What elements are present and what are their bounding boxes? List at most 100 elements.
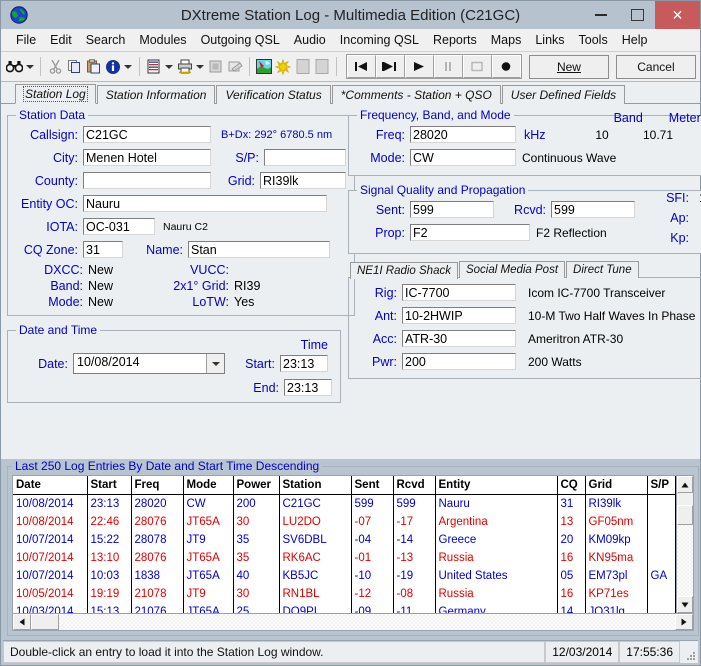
cqzone-input[interactable]: 31 — [83, 241, 123, 258]
first-record-icon[interactable] — [346, 55, 376, 78]
acc-input[interactable]: ATR-30 — [402, 330, 516, 347]
tab-station-log[interactable]: Station Log — [15, 84, 96, 104]
sent-input[interactable]: 599 — [410, 201, 494, 218]
table-row[interactable]: 10/05/2014 19:19 21078 JT9 30 RN1BL -12 … — [13, 585, 676, 603]
table-row[interactable]: 10/07/2014 10:03 1838 JT65A 40 KB5JC -10… — [13, 567, 676, 585]
log-horizontal-scrollbar[interactable] — [13, 613, 693, 630]
record-icon[interactable] — [491, 55, 521, 78]
cut-icon[interactable] — [46, 55, 64, 78]
cancel-button[interactable]: Cancel — [615, 54, 696, 79]
prop-input[interactable]: F2 — [410, 224, 530, 241]
binoculars-icon[interactable] — [5, 55, 23, 78]
menu-links[interactable]: Links — [528, 31, 571, 49]
eraser-icon[interactable] — [226, 55, 244, 78]
col-date[interactable]: Date — [13, 476, 88, 495]
scroll-track[interactable] — [676, 525, 693, 596]
table-row[interactable]: 10/08/2014 22:46 28076 JT65A 30 LU2DO -0… — [13, 513, 676, 531]
print-icon[interactable] — [176, 55, 194, 78]
county-input[interactable] — [83, 172, 211, 189]
col-cq[interactable]: CQ — [557, 476, 586, 495]
scroll-up-arrow-icon[interactable] — [676, 476, 693, 493]
info-dropdown-arrow-icon[interactable] — [123, 55, 134, 78]
tab-user-defined-fields[interactable]: User Defined Fields — [501, 85, 626, 104]
tab-social-media-post[interactable]: Social Media Post — [458, 261, 566, 278]
menu-edit[interactable]: Edit — [43, 31, 79, 49]
rcvd-input[interactable]: 599 — [551, 201, 635, 218]
menu-incoming-qsl[interactable]: Incoming QSL — [333, 31, 426, 49]
col-station[interactable]: Station — [279, 476, 352, 495]
col-freq[interactable]: Freq — [131, 476, 184, 495]
binoculars-dropdown-arrow-icon[interactable] — [24, 55, 35, 78]
scroll-down-arrow-icon[interactable] — [676, 596, 693, 613]
mode-input[interactable]: CW — [410, 149, 516, 166]
col-sent[interactable]: Sent — [351, 476, 394, 495]
tab-station-information[interactable]: Station Information — [96, 85, 216, 104]
freq-input[interactable]: 28020 — [410, 126, 516, 143]
menu-help[interactable]: Help — [615, 31, 655, 49]
copy-icon[interactable] — [65, 55, 83, 78]
city-input[interactable]: Menen Hotel — [83, 149, 211, 166]
pause-icon[interactable] — [433, 55, 463, 78]
sun-icon[interactable] — [274, 55, 292, 78]
tab-comments[interactable]: *Comments - Station + QSO — [331, 85, 501, 104]
date-combobox[interactable]: 10/08/2014 — [73, 353, 225, 374]
hscroll-thumb[interactable] — [31, 614, 59, 630]
menu-outgoing-qsl[interactable]: Outgoing QSL — [194, 31, 287, 49]
tab-verification-status[interactable]: Verification Status — [216, 85, 331, 104]
grayline2-icon[interactable] — [313, 55, 331, 78]
entity-input[interactable]: Nauru — [83, 195, 327, 212]
log-vertical-scrollbar[interactable] — [675, 476, 693, 613]
table-row[interactable]: 10/03/2014 15:13 21076 JT65A 25 DO9PL -0… — [13, 603, 676, 613]
info-icon[interactable] — [104, 55, 122, 78]
col-mode[interactable]: Mode — [183, 476, 234, 495]
grid-input[interactable]: RI39lk — [260, 172, 346, 189]
rig-input[interactable]: IC-7700 — [402, 284, 516, 301]
grayline-icon[interactable] — [294, 55, 312, 78]
play-icon[interactable] — [404, 55, 434, 78]
menu-reports[interactable]: Reports — [426, 31, 484, 49]
col-start[interactable]: Start — [87, 476, 132, 495]
table-row[interactable]: 10/08/2014 23:13 28020 CW 200 C21GC 599 … — [13, 494, 676, 513]
callsign-input[interactable]: C21GC — [83, 126, 211, 143]
globe-map-icon[interactable] — [255, 55, 273, 78]
menu-modules[interactable]: Modules — [132, 31, 193, 49]
iota-input[interactable]: OC-031 — [83, 218, 155, 235]
menu-audio[interactable]: Audio — [287, 31, 333, 49]
paste-icon[interactable] — [84, 55, 102, 78]
last-record-icon[interactable] — [375, 55, 405, 78]
scroll-right-arrow-icon[interactable] — [674, 614, 693, 630]
menu-tools[interactable]: Tools — [572, 31, 615, 49]
maximize-button[interactable] — [619, 1, 655, 29]
stop-icon[interactable] — [207, 55, 225, 78]
table-row[interactable]: 10/07/2014 15:22 28078 JT9 35 SV6DBL -04… — [13, 531, 676, 549]
tab-radio-shack[interactable]: NE1I Radio Shack — [350, 262, 458, 279]
col-rcvd[interactable]: Rcvd — [393, 476, 436, 495]
list-report-icon[interactable] — [145, 55, 163, 78]
date-dropdown-arrow-icon[interactable] — [206, 354, 224, 373]
hscroll-track[interactable] — [59, 614, 675, 630]
pwr-input[interactable]: 200 — [402, 353, 516, 370]
col-grid[interactable]: Grid — [585, 476, 648, 495]
list-dropdown-arrow-icon[interactable] — [164, 55, 175, 78]
print-dropdown-arrow-icon[interactable] — [195, 55, 206, 78]
scroll-thumb[interactable] — [676, 505, 693, 525]
stop-record-icon[interactable] — [462, 55, 492, 78]
col-sp[interactable]: S/P — [647, 476, 676, 495]
table-row[interactable]: 10/07/2014 13:10 28076 JT65A 35 RK6AC -0… — [13, 549, 676, 567]
col-entity[interactable]: Entity — [435, 476, 558, 495]
resize-grip-icon[interactable] — [680, 641, 698, 663]
minimize-button[interactable] — [583, 1, 619, 29]
menu-maps[interactable]: Maps — [484, 31, 529, 49]
close-button[interactable]: ✕ — [655, 1, 700, 29]
menu-file[interactable]: File — [9, 31, 43, 49]
col-power[interactable]: Power — [233, 476, 280, 495]
sp-input[interactable] — [264, 149, 346, 166]
tab-direct-tune[interactable]: Direct Tune — [566, 261, 639, 278]
start-time-input[interactable]: 23:13 — [280, 355, 328, 372]
new-button[interactable]: New — [528, 54, 609, 79]
ant-input[interactable]: 10-2HWIP — [402, 307, 516, 324]
scroll-left-arrow-icon[interactable] — [13, 614, 31, 630]
name-input[interactable]: Stan — [188, 241, 330, 258]
end-time-input[interactable]: 23:13 — [284, 379, 332, 396]
menu-search[interactable]: Search — [79, 31, 133, 49]
